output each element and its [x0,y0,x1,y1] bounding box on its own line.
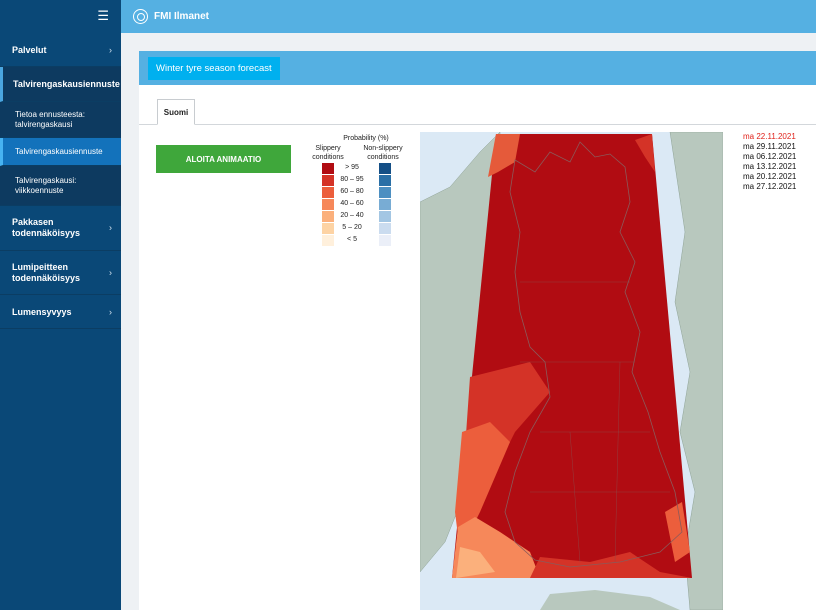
sidebar-item-label: Lumipeitteen todennäköisyys [12,261,81,283]
panel-header: Winter tyre season forecast [139,51,816,85]
date-item[interactable]: ma 27.12.2021 [743,182,796,192]
sidebar-item-label: Pakkasen todennäköisyys [12,217,81,238]
sidebar-item-talvirengaskausiennuste[interactable]: Talvirengaskausiennuste [0,138,121,166]
chevron-right-icon: › [109,306,112,317]
tab-strip: Suomi [139,85,816,125]
date-item[interactable]: ma 06.12.2021 [743,152,796,162]
sidebar: ☰ Palvelut › Talvirengaskausiennuste Tie… [0,0,121,610]
legend-slippery-header: Slippery conditions [312,145,344,161]
sidebar-item-label: Lumensyvyys [12,306,72,317]
legend-non-slippery-header: Non-slippery conditions [363,145,403,161]
legend-bin-label: > 95 [345,164,359,171]
top-bar: FMI Ilmanet [121,0,816,33]
legend-non-slippery-swatch [379,223,391,234]
sidebar-item-palvelut[interactable]: Palvelut › [0,33,121,67]
sidebar-item-talvirengaskausiennuste-group[interactable]: Talvirengaskausiennuste [0,67,121,102]
sidebar-item-label: Talvirengaskausiennuste [15,147,103,156]
legend-bin-label: 20 – 40 [340,212,364,219]
legend-non-slippery-swatch [379,235,391,246]
page-title: Winter tyre season forecast [148,57,280,80]
forecast-panel: Winter tyre season forecast Suomi ALOITA… [139,51,816,610]
menu-icon[interactable]: ☰ [97,9,109,23]
sidebar-item-lumensyvyys[interactable]: Lumensyvyys › [0,295,121,329]
date-item[interactable]: ma 13.12.2021 [743,162,796,172]
forecast-date-list: ma 22.11.2021 ma 29.11.2021 ma 06.12.2021 m… [743,132,796,192]
sidebar-item-label: Tietoa ennusteesta: talvirengaskausi [15,109,85,129]
sidebar-item-label: Palvelut [12,44,47,55]
brand-name[interactable]: FMI Ilmanet [154,11,209,22]
forecast-map[interactable] [420,132,723,610]
chevron-right-icon: › [109,267,112,277]
legend-bin-label: < 5 [347,236,357,243]
sidebar-item-tietoa-ennusteesta[interactable]: Tietoa ennusteesta: talvirengaskausi [0,102,121,138]
legend-non-slippery-swatch [379,163,391,174]
sidebar-item-lumipeitteen-todennakoisyys[interactable]: Lumipeitteen todennäköisyys › [0,251,121,295]
sidebar-item-label: Talvirengaskausiennuste [13,79,120,89]
map-svg [420,132,723,610]
sidebar-item-pakkasen-todennakoisyys[interactable]: Pakkasen todennäköisyys › [0,206,121,251]
legend-non-slippery-swatch [379,199,391,210]
sidebar-item-viikkoennuste[interactable]: Talvirengaskausi: viikkoennuste [0,166,121,206]
legend-non-slippery-swatch [379,175,391,186]
date-item[interactable]: ma 20.12.2021 [743,172,796,182]
legend-title: Probability (%) [343,135,389,142]
sidebar-item-label: Talvirengaskausi: viikkoennuste [15,175,77,195]
start-animation-button[interactable]: ALOITA ANIMAATIO [156,145,291,173]
chevron-right-icon: › [109,44,112,55]
legend-bin-label: 80 – 95 [340,176,364,183]
chevron-right-icon: › [109,222,112,233]
date-item[interactable]: ma 22.11.2021 [743,132,796,142]
tab-suomi[interactable]: Suomi [157,99,195,125]
legend-bin-label: 5 – 20 [342,224,362,231]
legend-non-slippery-swatch [379,211,391,222]
fmi-logo-icon [133,9,148,24]
date-item[interactable]: ma 29.11.2021 [743,142,796,152]
legend-bin-label: 40 – 60 [340,200,364,207]
sidebar-header: ☰ [0,0,121,33]
legend-non-slippery-swatch [379,187,391,198]
legend-bin-label: 60 – 80 [340,188,364,195]
probability-legend: Probability (%) Slippery conditions Non-… [307,135,407,246]
